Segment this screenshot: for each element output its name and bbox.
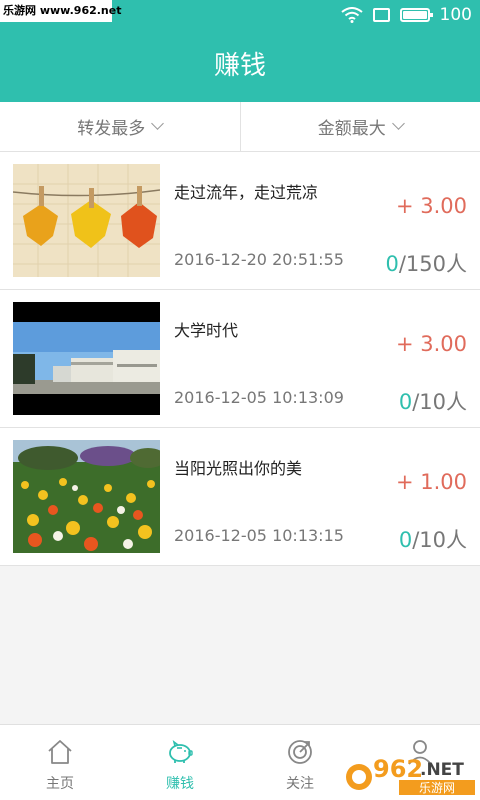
tab-profile[interactable] bbox=[360, 725, 480, 800]
item-thumbnail bbox=[13, 164, 160, 277]
shared-count: 0 bbox=[398, 528, 413, 552]
filter-most-shared[interactable]: 转发最多 bbox=[0, 102, 240, 151]
tab-earn[interactable]: 赚钱 bbox=[120, 725, 240, 800]
list-item[interactable]: 走过流年，走过荒凉 + 3.00 2016-12-20 20:51:55 0/1… bbox=[0, 152, 480, 290]
item-share-count: 0/10人 bbox=[399, 386, 467, 416]
home-icon bbox=[48, 740, 72, 764]
item-date: 2016-12-05 10:13:15 bbox=[174, 526, 344, 545]
list-item[interactable]: 大学时代 + 3.00 2016-12-05 10:13:09 0/10人 bbox=[0, 290, 480, 428]
bottom-tab-bar: 主页 赚钱 关注 bbox=[0, 724, 480, 800]
filter-label: 金额最大 bbox=[317, 119, 386, 139]
shared-count: 0 bbox=[385, 252, 399, 276]
item-thumbnail bbox=[13, 302, 160, 415]
battery-fill bbox=[402, 11, 427, 19]
item-title: 走过流年，走过荒凉 bbox=[174, 183, 319, 202]
chevron-down-icon bbox=[151, 117, 165, 130]
total-count: /10人 bbox=[412, 528, 467, 552]
item-share-count: 0/150人 bbox=[385, 248, 467, 278]
item-reward: + 3.00 bbox=[395, 332, 467, 356]
battery-level: 100 bbox=[439, 5, 472, 25]
tab-follow[interactable]: 关注 bbox=[240, 725, 360, 800]
item-reward: + 1.00 bbox=[395, 470, 467, 494]
item-share-count: 0/10人 bbox=[399, 524, 467, 554]
list-item[interactable]: 当阳光照出你的美 + 1.00 2016-12-05 10:13:15 0/10… bbox=[0, 428, 480, 566]
tab-label: 主页 bbox=[46, 776, 74, 792]
page-title: 赚钱 bbox=[0, 30, 480, 102]
total-count: /10人 bbox=[412, 390, 467, 414]
filter-bar: 转发最多 金额最大 bbox=[0, 102, 480, 152]
tab-label: 赚钱 bbox=[166, 776, 194, 792]
item-date: 2016-12-05 10:13:09 bbox=[174, 388, 344, 407]
battery-icon bbox=[399, 8, 433, 22]
watermark-text: 乐游网 www.962.net bbox=[0, 0, 121, 22]
target-icon bbox=[288, 740, 312, 764]
wifi-icon bbox=[340, 7, 363, 23]
screen-icon bbox=[372, 8, 390, 22]
item-title: 大学时代 bbox=[174, 321, 239, 340]
filter-largest-amount[interactable]: 金额最大 bbox=[239, 102, 480, 151]
piggy-bank-icon bbox=[169, 740, 193, 763]
item-thumbnail bbox=[13, 440, 160, 553]
task-list: 走过流年，走过荒凉 + 3.00 2016-12-20 20:51:55 0/1… bbox=[0, 152, 480, 566]
user-icon bbox=[408, 740, 432, 765]
item-reward: + 3.00 bbox=[395, 194, 467, 218]
shared-count: 0 bbox=[398, 390, 413, 414]
tab-home[interactable]: 主页 bbox=[0, 725, 120, 800]
total-count: /150人 bbox=[398, 252, 467, 276]
item-title: 当阳光照出你的美 bbox=[174, 459, 303, 478]
filter-label: 转发最多 bbox=[77, 119, 146, 139]
item-date: 2016-12-20 20:51:55 bbox=[174, 250, 344, 269]
chevron-down-icon bbox=[391, 117, 405, 130]
tab-label: 关注 bbox=[286, 776, 314, 792]
status-icons: 100 bbox=[340, 4, 472, 26]
status-bar: 乐游网 www.962.net 100 bbox=[0, 0, 480, 30]
